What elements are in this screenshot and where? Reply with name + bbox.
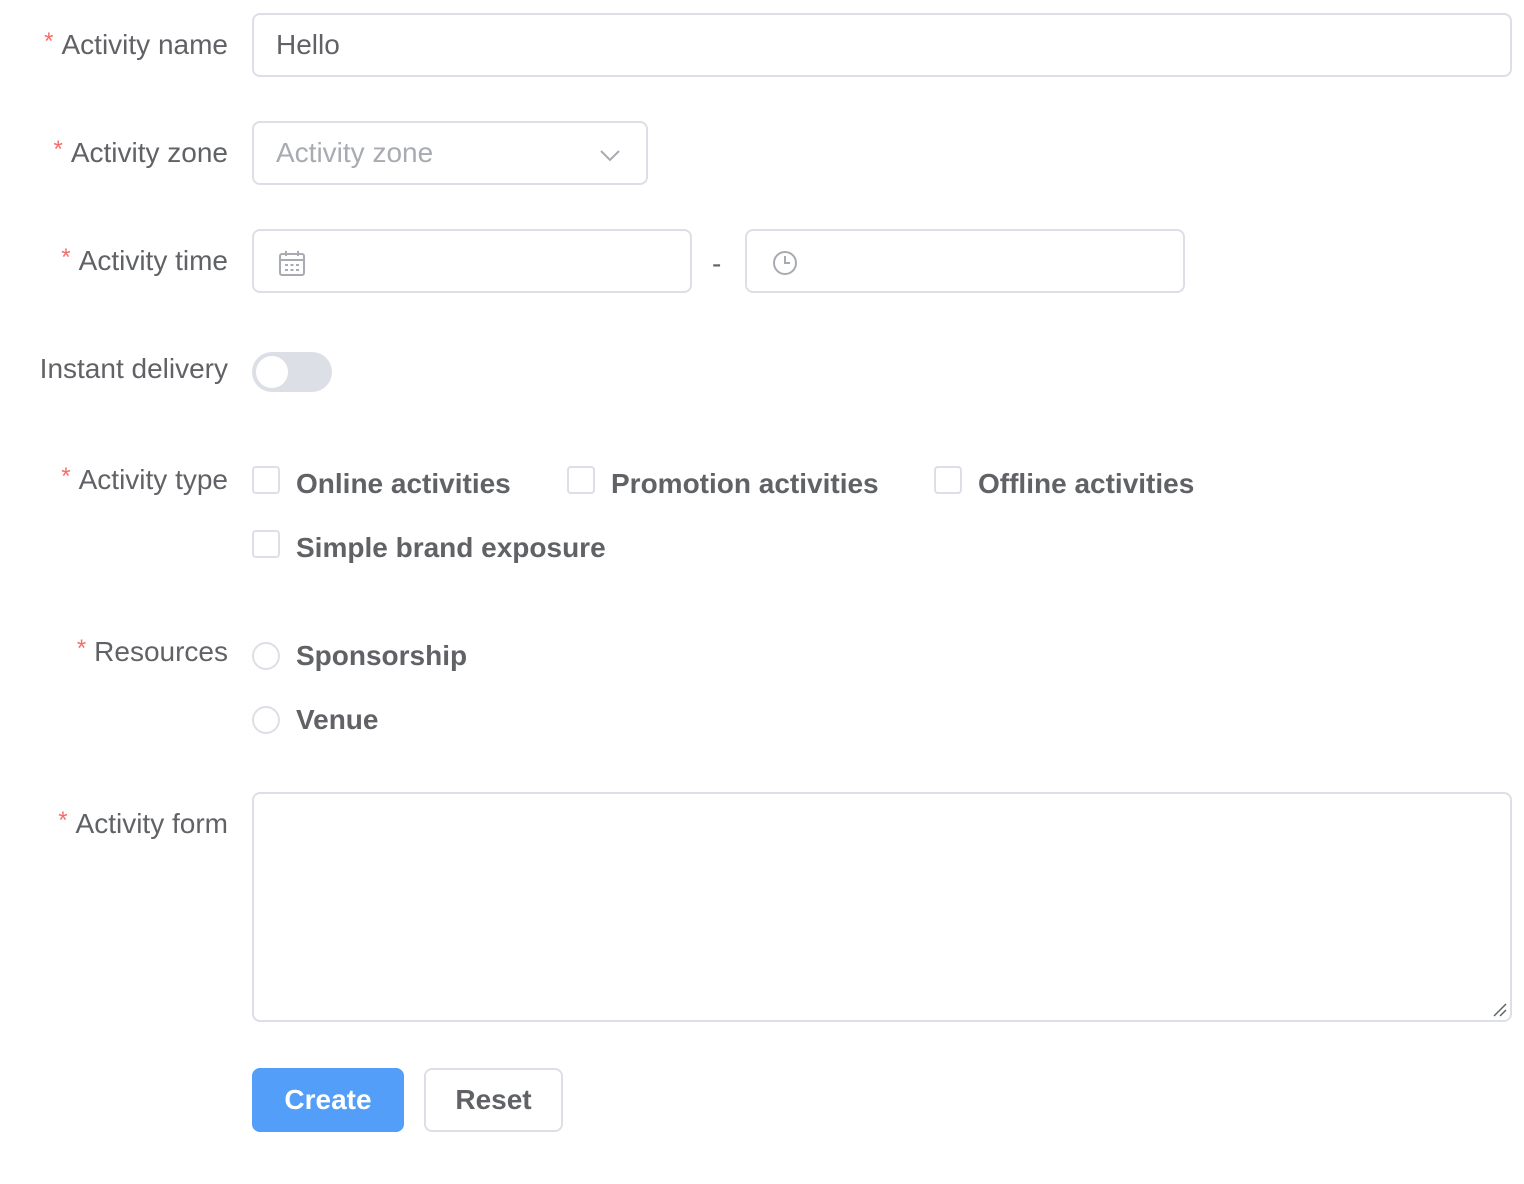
reset-button[interactable]: Reset (424, 1068, 563, 1132)
activity-time-label: * Activity time (61, 244, 228, 276)
calendar-icon (279, 251, 305, 276)
checkbox-box[interactable] (252, 530, 280, 558)
required-asterisk: * (44, 28, 54, 55)
clock-icon (773, 251, 797, 275)
activity-type-label: * Activity type (61, 463, 228, 495)
switch-knob (256, 356, 288, 388)
required-asterisk: * (53, 136, 63, 163)
required-asterisk: * (61, 463, 71, 490)
time-range-separator: - (712, 248, 722, 279)
required-asterisk: * (61, 244, 71, 271)
activity-name-input[interactable]: Hello (252, 13, 1512, 77)
checkbox-label: Offline activities (978, 468, 1195, 499)
resources-label: * Resources (76, 635, 228, 667)
radio-label: Venue (296, 704, 379, 735)
activity-form-label: * Activity form (58, 807, 228, 839)
activity-form: * Activity name Hello * Activity zone Acti… (0, 0, 1524, 1184)
activity-time-picker[interactable] (745, 229, 1185, 293)
radio-sponsorship[interactable]: Sponsorship (252, 642, 467, 670)
radio-circle[interactable] (252, 642, 280, 670)
activity-zone-placeholder: Activity zone (276, 137, 434, 168)
checkbox-label: Online activities (296, 468, 511, 499)
checkbox-label: Simple brand exposure (296, 532, 606, 563)
checkbox-promotion-activities[interactable]: Promotion activities (567, 466, 879, 498)
radio-label: Sponsorship (296, 640, 468, 671)
activity-date-picker[interactable] (252, 229, 692, 293)
radio-circle[interactable] (252, 706, 280, 734)
activity-zone-label: * Activity zone (53, 136, 228, 168)
checkbox-label: Promotion activities (611, 468, 879, 499)
activity-name-value: Hello (276, 29, 340, 60)
checkbox-online-activities[interactable]: Online activities (252, 466, 511, 498)
activity-zone-select[interactable]: Activity zone (252, 121, 648, 185)
instant-delivery-switch[interactable] (252, 352, 332, 392)
activity-name-label: * Activity name (44, 28, 228, 60)
checkbox-offline-activities[interactable]: Offline activities (934, 466, 1194, 498)
checkbox-box[interactable] (567, 466, 595, 494)
resize-handle-icon[interactable] (1492, 1002, 1508, 1018)
required-asterisk: * (58, 807, 68, 834)
instant-delivery-label: Instant delivery (39, 353, 228, 384)
create-button[interactable]: Create (252, 1068, 404, 1132)
checkbox-simple-brand-exposure[interactable]: Simple brand exposure (252, 530, 606, 562)
activity-form-textarea[interactable] (252, 792, 1512, 1022)
checkbox-box[interactable] (252, 466, 280, 494)
required-asterisk: * (76, 635, 87, 662)
chevron-down-icon (600, 150, 620, 162)
checkbox-box[interactable] (934, 466, 962, 494)
radio-venue[interactable]: Venue (252, 706, 378, 734)
